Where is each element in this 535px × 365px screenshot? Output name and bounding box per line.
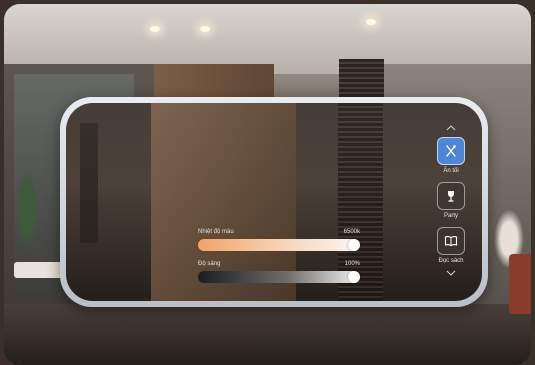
scene-label-party: Party (443, 213, 458, 219)
utensils-icon (446, 145, 456, 157)
app-screenshot: Nhiệt độ màu 6500k Độ sáng 100% Ăn tối P… (0, 0, 535, 365)
brightness-header: Độ sáng 100% (198, 261, 360, 267)
color-temperature-control: Nhiệt độ màu 6500k (198, 229, 360, 251)
brightness-slider[interactable] (198, 271, 360, 283)
color-temperature-header: Nhiệt độ màu 6500k (198, 229, 360, 235)
chair (509, 254, 531, 314)
scene-label-reading: Đọc sách (438, 258, 464, 264)
ceiling-light (150, 26, 160, 32)
color-temperature-label: Nhiệt độ màu (198, 229, 234, 235)
chevron-up-icon[interactable] (446, 123, 456, 133)
wine-glass-icon (448, 191, 454, 202)
color-temperature-knob[interactable] (348, 239, 360, 251)
scene-item-reading[interactable]: Đọc sách (437, 227, 465, 264)
scene-item-dinner[interactable]: Ăn tối (437, 137, 465, 174)
floor (4, 304, 531, 365)
device-screen: Nhiệt độ màu 6500k Độ sáng 100% Ăn tối P… (66, 103, 482, 301)
device-frame: Nhiệt độ màu 6500k Độ sáng 100% Ăn tối P… (60, 97, 488, 307)
scene-button-dinner[interactable] (437, 137, 465, 165)
brightness-label: Độ sáng (198, 261, 221, 267)
brightness-value: 100% (344, 261, 360, 267)
scene-label-dinner: Ăn tối (443, 168, 459, 174)
scene-item-party[interactable]: Party (437, 182, 465, 219)
scene-button-party[interactable] (437, 182, 465, 210)
brightness-knob[interactable] (348, 271, 360, 283)
color-temperature-slider[interactable] (198, 239, 360, 251)
plant (16, 169, 38, 249)
ceiling-light (200, 26, 210, 32)
ceiling-light (366, 19, 376, 25)
scene-button-reading[interactable] (437, 227, 465, 255)
scene-menu: Ăn tối Party Đọc sách (434, 123, 468, 278)
chevron-down-icon[interactable] (446, 268, 456, 278)
color-temperature-value: 6500k (343, 229, 360, 235)
brightness-control: Độ sáng 100% (198, 261, 360, 283)
book-icon (444, 236, 458, 247)
